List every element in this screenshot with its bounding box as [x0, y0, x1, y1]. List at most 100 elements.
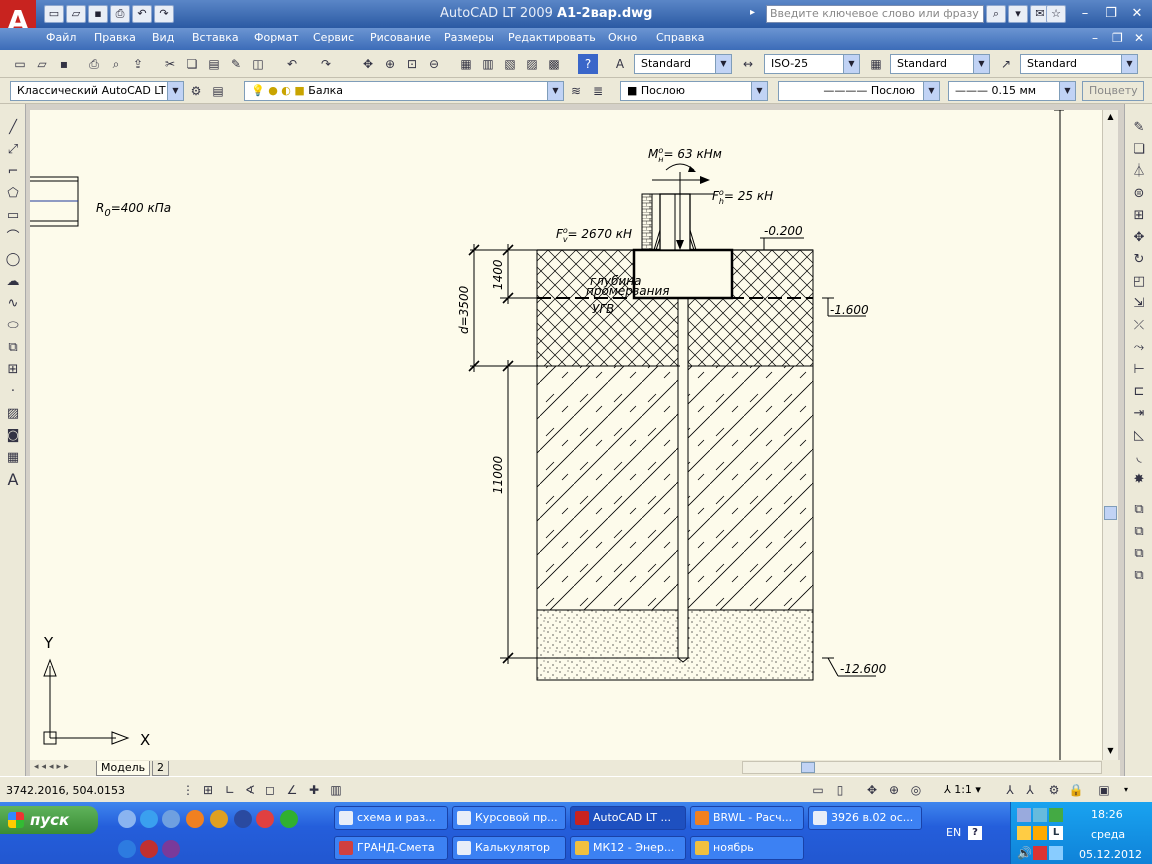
menu-help[interactable]: Справка	[656, 31, 704, 44]
shield-icon[interactable]	[1033, 826, 1047, 840]
mtext-icon[interactable]: A	[3, 470, 23, 490]
media-player-icon[interactable]	[234, 810, 252, 828]
firefox-icon[interactable]	[186, 810, 204, 828]
vertical-scrollbar[interactable]: ▲ ▼	[1102, 110, 1118, 760]
insert-block-icon[interactable]: ⧉	[3, 338, 23, 358]
zoom-realtime-icon[interactable]: ⊕	[380, 54, 400, 74]
layer-manager-icon[interactable]: ▤	[208, 81, 228, 101]
menu-modify[interactable]: Редактировать	[508, 31, 596, 44]
redo-icon[interactable]: ↷	[154, 5, 174, 23]
lock-icon[interactable]: 🔒	[1066, 780, 1086, 800]
linetype-select[interactable]: ———— Послою ▼	[778, 81, 940, 101]
help-icon[interactable]: ?	[578, 54, 598, 74]
opera-icon[interactable]	[140, 840, 158, 858]
redo-icon[interactable]: ↷	[316, 54, 336, 74]
layer-previous-icon[interactable]: ≣	[588, 81, 608, 101]
workspace-select[interactable]: Классический AutoCAD LT ▼	[10, 81, 184, 101]
osnap-icon[interactable]: ◻	[260, 780, 280, 800]
menu-file[interactable]: Файл	[46, 31, 76, 44]
plot-icon[interactable]: ⎙	[84, 54, 104, 74]
extend-icon[interactable]: ⤳	[1129, 338, 1149, 358]
tab-model[interactable]: Модель	[96, 761, 151, 776]
undo-icon[interactable]: ↶	[132, 5, 152, 23]
ellipse-icon[interactable]: ⬭	[3, 316, 23, 336]
table-icon[interactable]: ▦	[3, 448, 23, 468]
restore-icon[interactable]: ❐	[1098, 5, 1124, 23]
chrome-icon[interactable]	[256, 810, 274, 828]
chamfer-icon[interactable]: ◺	[1129, 426, 1149, 446]
grid-icon[interactable]: ⊞	[198, 780, 218, 800]
make-block-icon[interactable]: ⊞	[3, 360, 23, 380]
volume-icon[interactable]: 🔊	[1017, 846, 1032, 860]
cut-icon[interactable]: ✂	[160, 54, 180, 74]
otrack-icon[interactable]: ∠	[282, 780, 302, 800]
layer-select[interactable]: 💡 ● ◐ ■ Балка ▼	[244, 81, 564, 101]
preview-icon[interactable]: ⌕	[106, 54, 126, 74]
hscroll-thumb[interactable]	[801, 762, 815, 773]
paste-icon[interactable]: ▤	[204, 54, 224, 74]
status-menu-icon[interactable]: ▾	[1124, 785, 1128, 794]
dim-style-icon[interactable]: ↔	[738, 54, 758, 74]
workspace-settings-icon[interactable]: ⚙	[186, 81, 206, 101]
color-select[interactable]: ■ Послою ▼	[620, 81, 768, 101]
scroll-thumb[interactable]	[1104, 506, 1117, 520]
draworder-front-icon[interactable]: ⧉	[1129, 500, 1149, 520]
explode-icon[interactable]: ✸	[1129, 470, 1149, 490]
task-item[interactable]: 3926 в.02 ос...	[808, 806, 922, 830]
autocad-tray-icon[interactable]: L	[1049, 826, 1063, 840]
annotation-visibility-icon[interactable]: ⅄	[1000, 780, 1020, 800]
block-icon[interactable]: ◫	[248, 54, 268, 74]
language-indicator[interactable]: EN	[946, 826, 961, 839]
clean-screen-icon[interactable]: ▣	[1094, 780, 1114, 800]
menu-edit[interactable]: Правка	[94, 31, 136, 44]
new-icon[interactable]: ▭	[44, 5, 64, 23]
doc-restore-icon[interactable]: ❐	[1112, 31, 1123, 45]
network-icon[interactable]	[1017, 808, 1031, 822]
revcloud-icon[interactable]: ☁	[3, 272, 23, 292]
menu-format[interactable]: Формат	[254, 31, 299, 44]
draworder-above-icon[interactable]: ⧉	[1129, 544, 1149, 564]
break-icon[interactable]: ⊏	[1129, 382, 1149, 402]
utility-icon[interactable]	[280, 810, 298, 828]
dyn-icon[interactable]: ✚	[304, 780, 324, 800]
clock-time[interactable]: 18:26	[1091, 808, 1123, 821]
break-at-point-icon[interactable]: ⊢	[1129, 360, 1149, 380]
ie-icon[interactable]	[140, 810, 158, 828]
region-icon[interactable]: ◙	[3, 426, 23, 446]
show-desktop-icon[interactable]	[118, 810, 136, 828]
dim-style-select[interactable]: ISO-25 ▼	[764, 54, 860, 74]
move-icon[interactable]: ✥	[1129, 228, 1149, 248]
alert-icon[interactable]	[1033, 846, 1047, 860]
pan-status-icon[interactable]: ✥	[862, 780, 882, 800]
outlook-icon[interactable]	[162, 810, 180, 828]
publish-icon[interactable]: ⇪	[128, 54, 148, 74]
undo-icon[interactable]: ↶	[282, 54, 302, 74]
annotation-scale[interactable]: ⅄ 1:1 ▾	[944, 783, 981, 796]
open-icon[interactable]: ▱	[32, 54, 52, 74]
task-item[interactable]: ноябрь	[690, 836, 804, 860]
line-icon[interactable]: ╱	[3, 118, 23, 138]
autocad-quick-icon[interactable]	[210, 810, 228, 828]
expand-icon[interactable]: ▸	[750, 7, 755, 18]
search-icon[interactable]: ⌕	[986, 5, 1006, 23]
hatch-icon[interactable]: ▨	[3, 404, 23, 424]
draworder-under-icon[interactable]: ⧉	[1129, 566, 1149, 586]
save-icon[interactable]: ▪	[54, 54, 74, 74]
polygon-icon[interactable]: ⬠	[3, 184, 23, 204]
offset-icon[interactable]: ⊜	[1129, 184, 1149, 204]
help-tray-icon[interactable]: ?	[968, 826, 982, 840]
join-icon[interactable]: ⇥	[1129, 404, 1149, 424]
polar-icon[interactable]: ∢	[240, 780, 260, 800]
steering-wheel-icon[interactable]: ◎	[906, 780, 926, 800]
rotate-icon[interactable]: ↻	[1129, 250, 1149, 270]
menu-tools[interactable]: Сервис	[313, 31, 354, 44]
sheetset-icon[interactable]: ▨	[522, 54, 542, 74]
properties-icon[interactable]: ▦	[456, 54, 476, 74]
ortho-icon[interactable]: ∟	[220, 780, 240, 800]
task-item[interactable]: ГРАНД-Смета	[334, 836, 448, 860]
close-icon[interactable]: ✕	[1124, 5, 1150, 23]
coordinates-readout[interactable]: 3742.2016, 504.0153	[6, 784, 125, 797]
trim-icon[interactable]: ⤫	[1129, 316, 1149, 336]
zoom-window-icon[interactable]: ⊡	[402, 54, 422, 74]
scroll-down-icon[interactable]: ▼	[1104, 744, 1117, 758]
